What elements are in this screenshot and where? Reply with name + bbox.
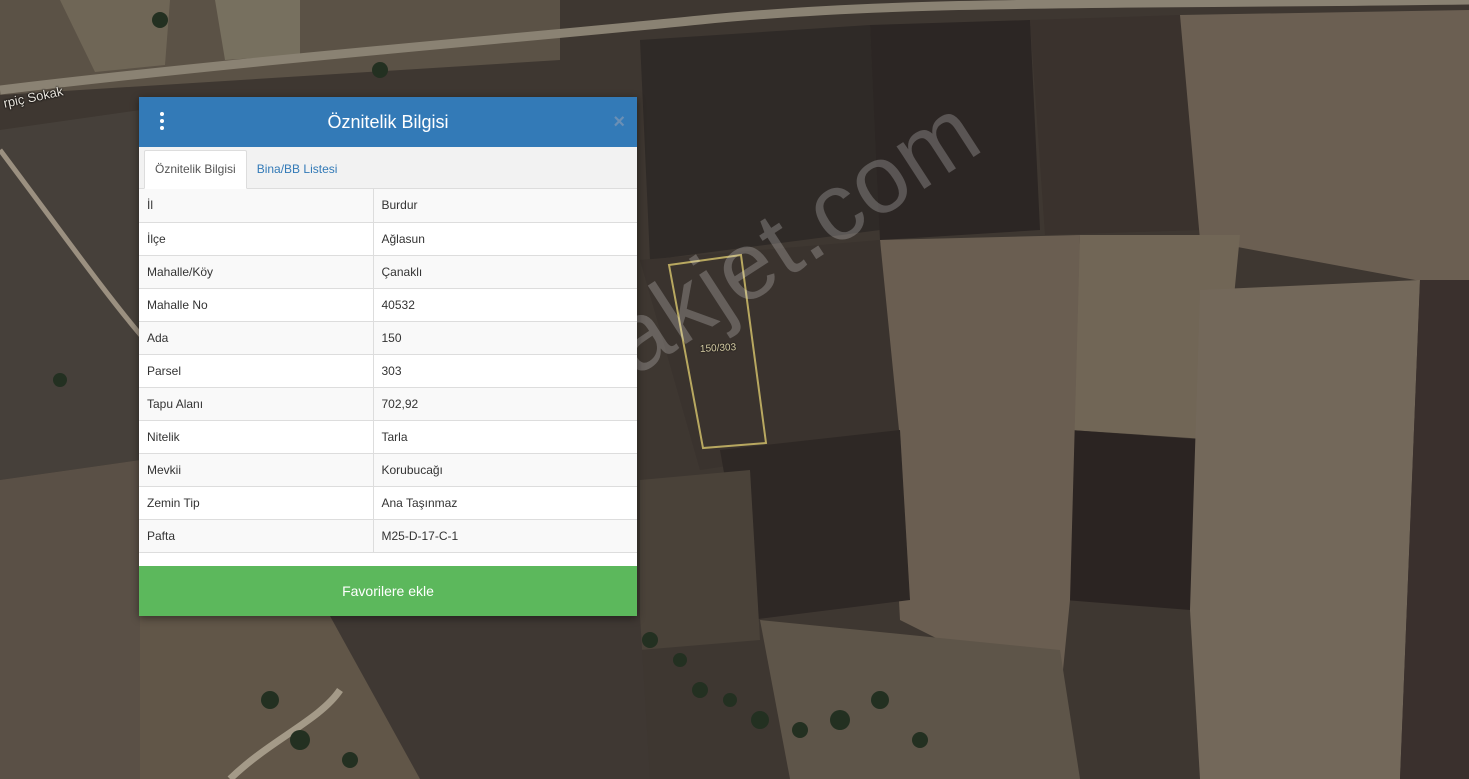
attribute-key: Mevkii (139, 453, 374, 487)
tab-building-list[interactable]: Bina/BB Listesi (247, 151, 348, 188)
field (640, 470, 760, 650)
attribute-value: Ağlasun (373, 222, 637, 256)
attribute-key: Tapu Alanı (139, 387, 374, 421)
attribute-key: Mahalle/Köy (139, 255, 374, 289)
attribute-value: Tarla (373, 420, 637, 454)
tab-attributes[interactable]: Öznitelik Bilgisi (144, 150, 247, 189)
vertical-dots-icon[interactable] (157, 112, 167, 132)
attribute-value: Burdur (373, 189, 637, 223)
table-row: Nitelik Tarla (139, 420, 637, 454)
attribute-value: Ana Taşınmaz (373, 486, 637, 520)
attribute-value: M25-D-17-C-1 (373, 519, 637, 553)
field (1065, 430, 1210, 610)
attribute-key: İlçe (139, 222, 374, 256)
attribute-panel: Öznitelik Bilgisi × Öznitelik Bilgisi Bi… (139, 97, 637, 616)
attribute-key: Pafta (139, 519, 374, 553)
table-row: Mahalle No 40532 (139, 288, 637, 322)
field (215, 0, 300, 60)
table-row: Mahalle/Köy Çanaklı (139, 255, 637, 289)
attribute-value: Çanaklı (373, 255, 637, 289)
attribute-key: Nitelik (139, 420, 374, 454)
table-row: Parsel 303 (139, 354, 637, 388)
attribute-key: Ada (139, 321, 374, 355)
field (1190, 280, 1420, 779)
panel-header: Öznitelik Bilgisi × (139, 97, 637, 147)
attribute-key: İl (139, 189, 374, 223)
attribute-value: 702,92 (373, 387, 637, 421)
table-row: İl Burdur (139, 189, 637, 223)
attribute-key: Mahalle No (139, 288, 374, 322)
table-row: Tapu Alanı 702,92 (139, 387, 637, 421)
attribute-value: Korubucağı (373, 453, 637, 487)
add-to-favorites-button[interactable]: Favorilere ekle (139, 566, 637, 616)
parcel-label: 150/303 (699, 342, 737, 355)
table-row: Zemin Tip Ana Taşınmaz (139, 486, 637, 520)
attribute-key: Parsel (139, 354, 374, 388)
panel-title: Öznitelik Bilgisi (327, 111, 449, 132)
tab-bar: Öznitelik Bilgisi Bina/BB Listesi (139, 147, 637, 189)
table-row: İlçe Ağlasun (139, 222, 637, 256)
field (870, 20, 1040, 240)
attribute-value: 40532 (373, 288, 637, 322)
attribute-value: 150 (373, 321, 637, 355)
table-row: Ada 150 (139, 321, 637, 355)
table-row: Mevkii Korubucağı (139, 453, 637, 487)
field (0, 110, 140, 480)
field (640, 25, 880, 260)
field (1030, 15, 1200, 235)
field (0, 460, 140, 779)
attribute-table: İl Burdur İlçe Ağlasun Mahalle/Köy Çanak… (139, 189, 637, 553)
attribute-value: 303 (373, 354, 637, 388)
table-row: Pafta M25-D-17-C-1 (139, 519, 637, 553)
attribute-key: Zemin Tip (139, 486, 374, 520)
close-icon[interactable]: × (613, 110, 625, 134)
